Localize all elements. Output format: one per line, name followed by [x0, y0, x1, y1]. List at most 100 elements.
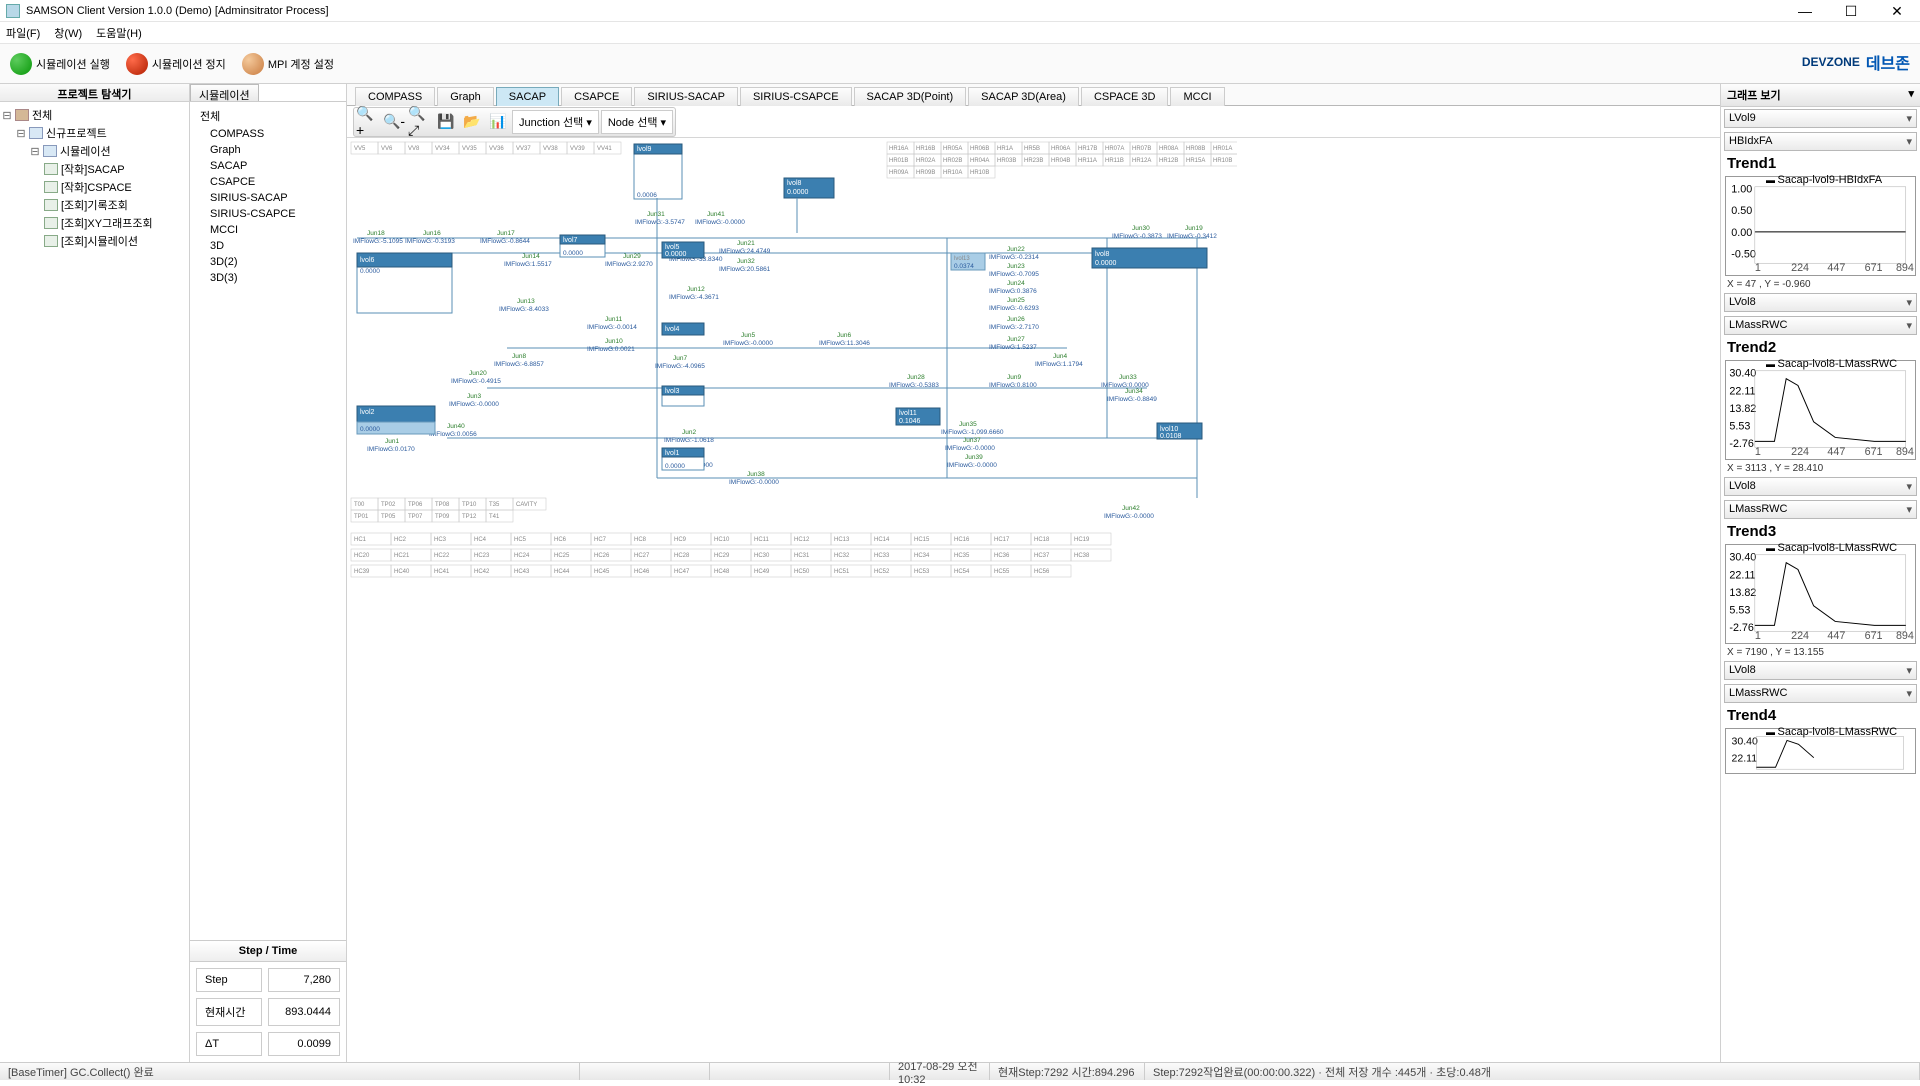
chart-button[interactable]: 📊 [486, 110, 510, 134]
svg-text:HC49: HC49 [754, 569, 770, 575]
trend4-combo1[interactable]: LVol8▾ [1724, 661, 1917, 680]
tab-sacap[interactable]: SACAP [496, 87, 559, 106]
sim-root[interactable]: 전체 [200, 106, 336, 126]
trend4-chart[interactable]: ▬ Sacap-lvol8-LMassRWC 30.4022.11 [1725, 728, 1916, 774]
tab-cspace3d[interactable]: CSPACE 3D [1081, 87, 1169, 106]
svg-text:13.82: 13.82 [1729, 403, 1756, 415]
run-sim-button[interactable]: 시뮬레이션 실행 [4, 50, 116, 78]
tab-simulation[interactable]: 시뮬레이션 [190, 84, 259, 101]
status-bar: [BaseTimer] GC.Collect() 완료 2017-08-29 오… [0, 1062, 1920, 1080]
svg-text:IMFlowG:24.4749: IMFlowG:24.4749 [719, 248, 771, 255]
tab-compass[interactable]: COMPASS [355, 87, 435, 106]
sim-item[interactable]: SIRIUS-SACAP [200, 190, 336, 206]
trend1-combo1[interactable]: LVol9▾ [1724, 109, 1917, 128]
trend2-chart[interactable]: ▬ Sacap-lvol8-LMassRWC 30.4022.1113.825.… [1725, 360, 1916, 460]
sim-item[interactable]: 3D(3) [200, 270, 336, 286]
save-button[interactable]: 💾 [434, 110, 458, 134]
tab-mcci[interactable]: MCCI [1170, 87, 1224, 106]
svg-text:0.0108: 0.0108 [1160, 433, 1182, 440]
svg-text:Jun3: Jun3 [467, 393, 481, 400]
trend2-title: Trend2 [1721, 337, 1920, 358]
zoom-out-button[interactable]: 🔍- [382, 110, 406, 134]
svg-text:5.53: 5.53 [1729, 605, 1750, 617]
sim-item[interactable]: SACAP [200, 158, 336, 174]
svg-text:HC5: HC5 [514, 537, 527, 543]
svg-text:HR06A: HR06A [1051, 146, 1070, 152]
sim-item[interactable]: SIRIUS-CSAPCE [200, 206, 336, 222]
zoom-fit-button[interactable]: 🔍⤢ [408, 110, 432, 134]
svg-text:Jun34: Jun34 [1125, 388, 1143, 395]
sim-item[interactable]: Graph [200, 142, 336, 158]
tree-simulation[interactable]: ⊟시뮬레이션 [2, 142, 187, 160]
svg-text:lvol2: lvol2 [360, 409, 375, 416]
svg-text:TP06: TP06 [408, 502, 423, 508]
svg-text:TP08: TP08 [435, 502, 450, 508]
svg-text:Jun8: Jun8 [512, 353, 526, 360]
svg-text:Jun18: Jun18 [367, 230, 385, 237]
tree-project[interactable]: ⊟신규프로젝트 [2, 124, 187, 142]
tree-root[interactable]: ⊟전체 [2, 106, 187, 124]
tab-sacap3d-area[interactable]: SACAP 3D(Area) [968, 87, 1079, 106]
svg-text:Jun7: Jun7 [673, 355, 687, 362]
trend3-combo2[interactable]: LMassRWC▾ [1724, 500, 1917, 519]
chevron-down-icon[interactable]: ▾ [1908, 87, 1914, 103]
tree-leaf-cspace[interactable]: [작화]CSPACE [2, 178, 187, 196]
svg-text:Jun32: Jun32 [737, 258, 755, 265]
svg-text:HR08A: HR08A [1159, 146, 1178, 152]
minimize-button[interactable]: — [1782, 0, 1828, 22]
svg-text:IMFlowG:0.3876: IMFlowG:0.3876 [989, 288, 1037, 295]
zoom-in-button[interactable]: 🔍+ [356, 110, 380, 134]
svg-text:5.53: 5.53 [1729, 421, 1750, 433]
svg-text:Jun5: Jun5 [741, 332, 755, 339]
tab-csapce[interactable]: CSAPCE [561, 87, 632, 106]
node-select[interactable]: Node 선택 ▾ [601, 110, 673, 134]
tree-leaf-history[interactable]: [조회]기록조회 [2, 196, 187, 214]
tab-sirius-sacap[interactable]: SIRIUS-SACAP [634, 87, 738, 106]
menu-help[interactable]: 도움말(H) [96, 25, 142, 41]
trend2-combo1[interactable]: LVol8▾ [1724, 293, 1917, 312]
svg-text:-2.76: -2.76 [1729, 438, 1754, 450]
svg-text:HC46: HC46 [634, 569, 650, 575]
svg-text:447: 447 [1827, 262, 1845, 274]
diagram-canvas[interactable]: VV5 VV6 VV8 VV34 VV35 VV36 VV37 VV38 VV3… [347, 138, 1720, 1062]
svg-text:HC23: HC23 [474, 553, 490, 559]
junction-select[interactable]: Junction 선택 ▾ [512, 110, 599, 134]
tab-graph[interactable]: Graph [437, 87, 494, 106]
title-bar: SAMSON Client Version 1.0.0 (Demo) [Admi… [0, 0, 1920, 22]
menu-file[interactable]: 파일(F) [6, 25, 40, 41]
svg-text:HR04A: HR04A [970, 158, 989, 164]
svg-text:HR02A: HR02A [916, 158, 935, 164]
trend3-chart[interactable]: ▬ Sacap-lvol8-LMassRWC 30.4022.1113.825.… [1725, 544, 1916, 644]
tab-sacap3d-point[interactable]: SACAP 3D(Point) [854, 87, 967, 106]
svg-text:894: 894 [1896, 630, 1914, 642]
svg-text:HC27: HC27 [634, 553, 650, 559]
svg-text:HC4: HC4 [474, 537, 487, 543]
trend1-combo2[interactable]: HBIdxFA▾ [1724, 132, 1917, 151]
trend4-combo2[interactable]: LMassRWC▾ [1724, 684, 1917, 703]
trend3-combo1[interactable]: LVol8▾ [1724, 477, 1917, 496]
step-time-panel: Step / Time Step7,280 현재시간893.0444 ΔT0.0… [190, 940, 346, 1062]
svg-text:HR5B: HR5B [1024, 146, 1040, 152]
tree-leaf-xygraph[interactable]: [조회]XY그래프조회 [2, 214, 187, 232]
tree-leaf-sacap[interactable]: [작화]SACAP [2, 160, 187, 178]
sim-item[interactable]: MCCI [200, 222, 336, 238]
stop-sim-button[interactable]: 시뮬레이션 정지 [120, 50, 232, 78]
menu-window[interactable]: 창(W) [54, 25, 82, 41]
sim-item[interactable]: CSAPCE [200, 174, 336, 190]
svg-text:HC16: HC16 [954, 537, 970, 543]
sim-item[interactable]: COMPASS [200, 126, 336, 142]
svg-text:HR17B: HR17B [1078, 146, 1097, 152]
svg-text:671: 671 [1865, 630, 1883, 642]
close-button[interactable]: ✕ [1874, 0, 1920, 22]
sim-item[interactable]: 3D(2) [200, 254, 336, 270]
trend1-chart[interactable]: ▬ Sacap-lvol9-HBIdxFA 1.00 0.500.00-0.50… [1725, 176, 1916, 276]
tree-leaf-sim[interactable]: [조회]시뮬레이션 [2, 232, 187, 250]
svg-text:Jun12: Jun12 [687, 286, 705, 293]
open-button[interactable]: 📂 [460, 110, 484, 134]
maximize-button[interactable]: ☐ [1828, 0, 1874, 22]
trend2-combo2[interactable]: LMassRWC▾ [1724, 316, 1917, 335]
mpi-settings-button[interactable]: MPI 계정 설정 [236, 50, 340, 78]
svg-text:TP01: TP01 [354, 514, 369, 520]
tab-sirius-csapce[interactable]: SIRIUS-CSAPCE [740, 87, 852, 106]
sim-item[interactable]: 3D [200, 238, 336, 254]
